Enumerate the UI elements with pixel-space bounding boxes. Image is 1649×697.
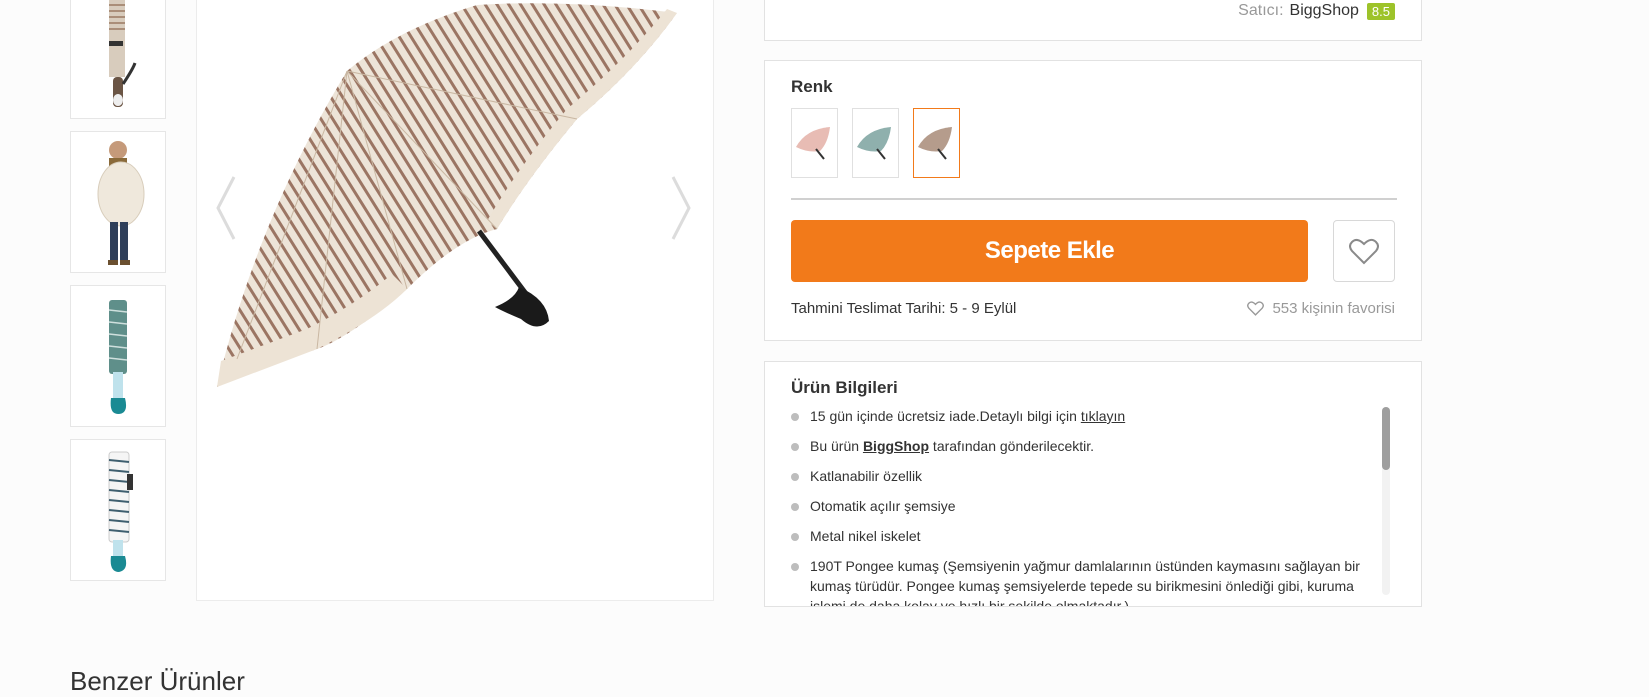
seller-info: Satıcı: BiggShop 8.5 <box>1238 2 1395 20</box>
return-policy-text: 15 gün içinde ücretsiz iade.Detaylı bilg… <box>810 408 1081 424</box>
favorites-count-text: 553 kişinin favorisi <box>1272 300 1395 317</box>
shipping-prefix: Bu ürün <box>810 438 863 454</box>
list-item-return: 15 gün içinde ücretsiz iade.Detaylı bilg… <box>791 406 1371 426</box>
heart-icon <box>1349 238 1379 264</box>
teal-umbrella-icon <box>857 127 891 160</box>
list-item-feature: 190T Pongee kumaş (Şemsiyenin yağmur dam… <box>791 556 1371 606</box>
color-swatch-pink[interactable] <box>791 108 838 178</box>
product-thumbnail-striped[interactable] <box>70 439 166 581</box>
favorites-count: 553 kişinin favorisi <box>1247 300 1395 317</box>
seller-panel: Satıcı: BiggShop 8.5 <box>764 0 1422 41</box>
closed-umbrella-image <box>109 0 137 107</box>
color-section-title: Renk <box>791 77 833 96</box>
seller-label: Satıcı: <box>1238 2 1284 19</box>
product-thumbnail-model[interactable] <box>70 131 166 273</box>
estimated-delivery-date: Tahmini Teslimat Tarihi: 5 - 9 Eylül <box>791 300 1017 317</box>
list-item-feature: Metal nikel iskelet <box>791 526 1371 546</box>
product-info-panel: Ürün Bilgileri 15 gün içinde ücretsiz ia… <box>764 361 1422 607</box>
shop-link[interactable]: BiggShop <box>863 438 929 454</box>
small-heart-icon <box>1247 301 1265 316</box>
product-info-list: 15 gün içinde ücretsiz iade.Detaylı bilg… <box>791 406 1371 606</box>
add-to-cart-button[interactable]: Sepete Ekle <box>791 220 1308 282</box>
next-image-arrow-icon[interactable] <box>669 175 693 241</box>
shipping-suffix: tarafından gönderilecektir. <box>929 438 1095 454</box>
teal-umbrella-image <box>108 300 128 414</box>
model-with-umbrella-image <box>97 141 145 265</box>
section-divider <box>791 198 1397 200</box>
color-swatch-brown-selected[interactable] <box>913 108 960 178</box>
list-item-feature: Katlanabilir özellik <box>791 466 1371 486</box>
pink-umbrella-icon <box>796 127 830 160</box>
color-swatch-teal[interactable] <box>852 108 899 178</box>
seller-score-badge: 8.5 <box>1366 2 1395 20</box>
main-product-image[interactable] <box>196 0 714 601</box>
return-details-link[interactable]: tıklayın <box>1081 408 1125 424</box>
list-item-shipping: Bu ürün BiggShop tarafından gönderilecek… <box>791 436 1371 456</box>
product-thumbnail-closed-teal[interactable] <box>70 285 166 427</box>
similar-products-title: Benzer Ürünler <box>70 666 245 696</box>
scrollbar-thumb[interactable] <box>1382 407 1390 470</box>
add-to-favorites-button[interactable] <box>1333 220 1395 282</box>
open-umbrella-image <box>217 3 677 387</box>
color-and-cart-panel: Renk Sepete Ekle Tahmini Teslimat Tarihi… <box>764 60 1422 341</box>
product-info-title: Ürün Bilgileri <box>791 378 898 397</box>
previous-image-arrow-icon[interactable] <box>214 175 238 241</box>
product-info-scrollbar[interactable] <box>1382 407 1390 595</box>
brown-umbrella-icon <box>918 127 952 160</box>
seller-name-link[interactable]: BiggShop <box>1290 2 1359 20</box>
product-thumbnail-closed-brown[interactable] <box>70 0 166 119</box>
striped-umbrella-image <box>108 451 133 572</box>
list-item-feature: Otomatik açılır şemsiye <box>791 496 1371 516</box>
